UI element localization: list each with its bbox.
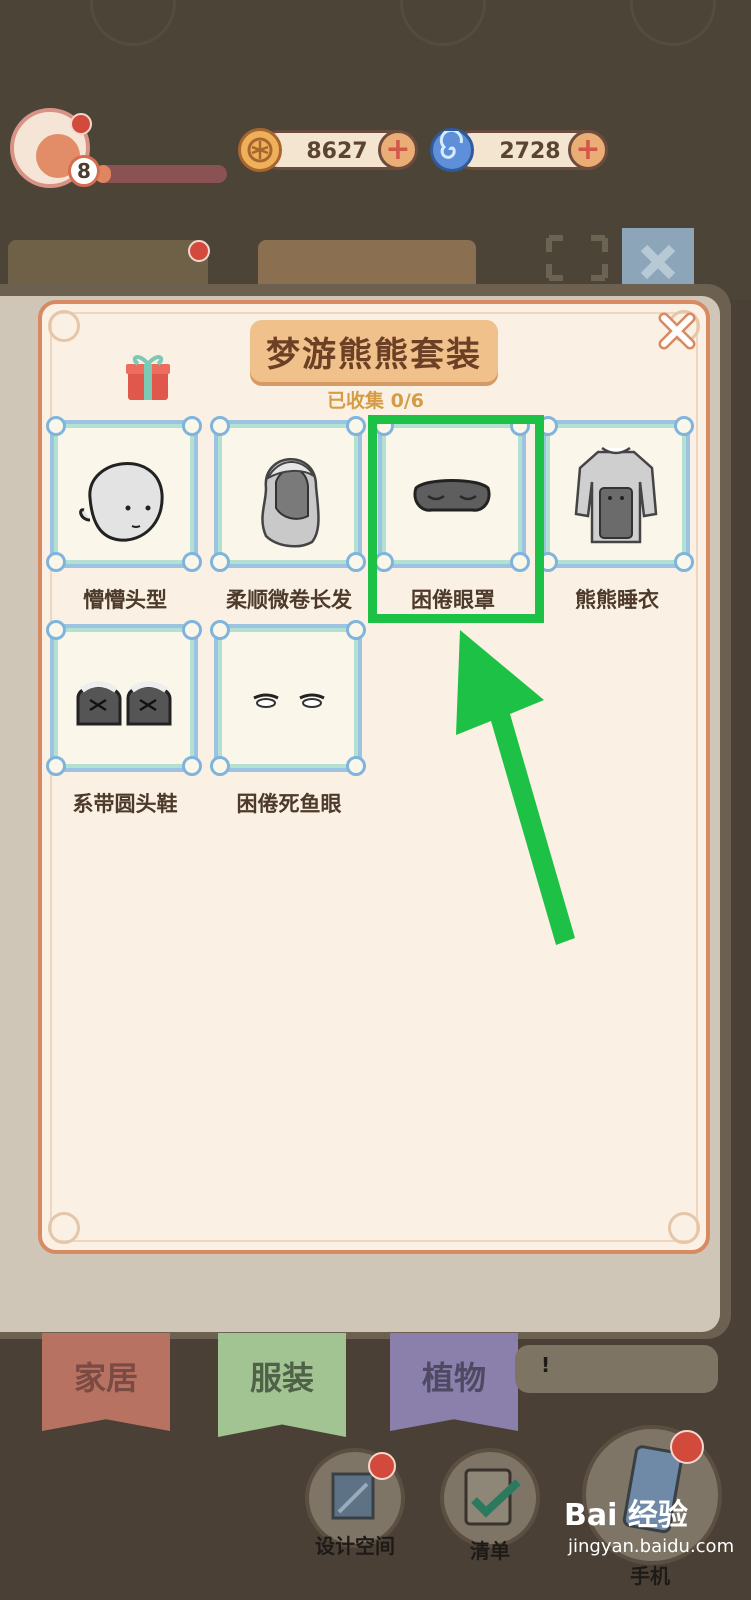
corner-ornament xyxy=(48,1212,80,1244)
card-ribbon-knot xyxy=(182,620,202,640)
sleepy-eyes-icon xyxy=(253,693,325,708)
item-label: 柔顺微卷长发 xyxy=(226,588,352,612)
item-label: 懵懵头型 xyxy=(83,588,167,612)
item-label: 系带圆头鞋 xyxy=(72,792,178,816)
card-ribbon-knot xyxy=(182,416,202,436)
green-arrow-icon xyxy=(456,630,575,945)
notification-dot xyxy=(70,113,92,135)
panel-title: 梦游熊熊套装 xyxy=(250,320,498,382)
tie-shoes-icon xyxy=(76,681,172,726)
collected-count: 已收集 0/6 xyxy=(327,390,424,412)
coin-amount: 8627 xyxy=(306,139,368,164)
design-space-label: 设计空间 xyxy=(315,1534,395,1558)
gift-icon[interactable] xyxy=(124,350,172,402)
coin-icon xyxy=(238,128,282,172)
tab-plants[interactable]: 植物 xyxy=(390,1333,518,1431)
notification-dot xyxy=(188,240,210,262)
notification-dot xyxy=(368,1452,396,1480)
card-ribbon-knot xyxy=(210,416,230,436)
card-ribbon-knot xyxy=(346,416,366,436)
card-ribbon-knot xyxy=(182,552,202,572)
tab-home[interactable]: 家居 xyxy=(42,1333,170,1431)
item-card-tie-shoes[interactable] xyxy=(46,620,202,776)
card-ribbon-knot xyxy=(674,416,694,436)
card-ribbon-knot xyxy=(46,620,66,640)
item-card-bald-head[interactable] xyxy=(46,416,202,572)
item-card-sleepy-eyes[interactable] xyxy=(210,620,366,776)
card-ribbon-knot xyxy=(346,756,366,776)
long-hair-icon xyxy=(261,458,320,548)
card-ribbon-knot xyxy=(210,620,230,640)
add-coins-button[interactable]: + xyxy=(378,130,418,170)
experience-bar xyxy=(95,165,227,183)
list-label: 清单 xyxy=(470,1539,510,1563)
checklist-icon xyxy=(464,1468,521,1526)
card-ribbon-knot xyxy=(182,756,202,776)
corner-ornament xyxy=(668,1212,700,1244)
card-ribbon-knot xyxy=(346,620,366,640)
list-button[interactable] xyxy=(440,1448,540,1548)
item-card-bear-pajamas[interactable] xyxy=(538,416,694,572)
card-ribbon-knot xyxy=(210,552,230,572)
phone-label: 手机 xyxy=(630,1564,670,1588)
gem-amount: 2728 xyxy=(499,139,561,164)
tab-clothing[interactable]: 服装 xyxy=(218,1333,346,1437)
card-ribbon-knot xyxy=(46,756,66,776)
notification-dot xyxy=(670,1430,704,1464)
watermark-brand: Bai 经验 xyxy=(564,1498,688,1533)
swirl-gem-icon xyxy=(430,128,474,172)
card-ribbon-knot xyxy=(210,756,230,776)
hint-bubble: ! xyxy=(515,1345,718,1393)
card-ribbon-knot xyxy=(46,416,66,436)
card-ribbon-knot xyxy=(46,552,66,572)
close-icon[interactable] xyxy=(656,310,698,352)
item-card-long-hair[interactable] xyxy=(210,416,366,572)
bald-head-icon xyxy=(79,462,164,542)
watermark-url: jingyan.baidu.com xyxy=(568,1536,735,1557)
corner-ornament xyxy=(48,310,80,342)
highlight-box xyxy=(368,415,544,623)
card-ribbon-knot xyxy=(674,552,694,572)
item-label: 熊熊睡衣 xyxy=(575,588,659,612)
item-label: 困倦死鱼眼 xyxy=(236,792,342,816)
level-badge: 8 xyxy=(68,155,100,187)
card-ribbon-knot xyxy=(346,552,366,572)
bear-pajamas-icon xyxy=(574,446,658,544)
add-gems-button[interactable]: + xyxy=(568,130,608,170)
baidu-watermark: Bai 经验 jingyan.baidu.com xyxy=(564,1490,744,1557)
